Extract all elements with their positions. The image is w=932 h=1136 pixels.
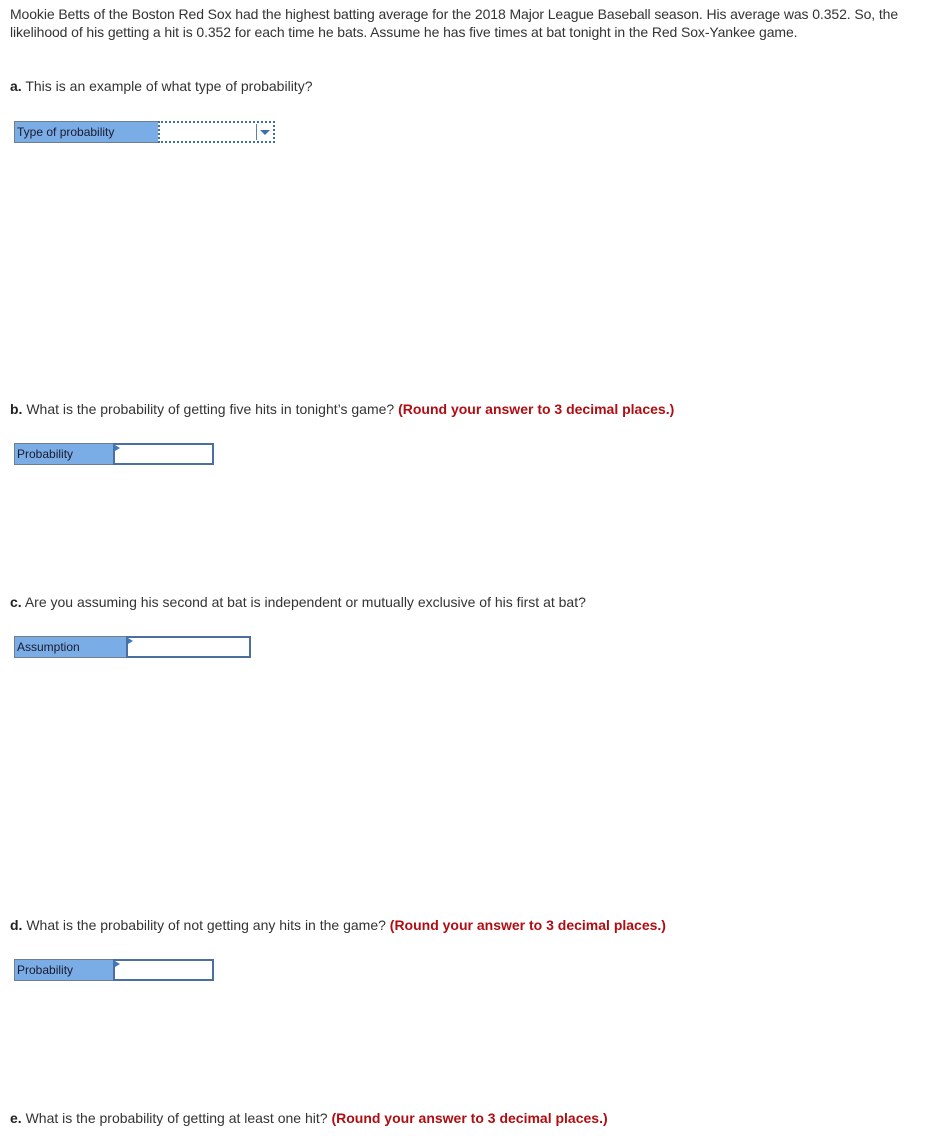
- input-corner-marker-icon: [115, 961, 120, 967]
- question-letter: d.: [10, 917, 23, 933]
- question-text: This is an example of what type of proba…: [25, 78, 313, 94]
- question-text: What is the probability of getting at le…: [25, 1110, 328, 1126]
- dropdown-separator: [256, 124, 257, 140]
- field-label: Probability: [14, 443, 113, 465]
- input-corner-marker-icon: [115, 445, 120, 451]
- question-text: Are you assuming his second at bat is in…: [24, 594, 586, 610]
- question-letter: c.: [10, 594, 22, 610]
- assumption-input[interactable]: [128, 638, 249, 656]
- problem-intro: Mookie Betts of the Boston Red Sox had t…: [10, 6, 899, 40]
- probability-b-field[interactable]: [113, 443, 214, 465]
- probability-d-field[interactable]: [113, 959, 214, 981]
- field-label: Assumption: [14, 636, 126, 658]
- probability-b-widget: Probability: [14, 443, 214, 465]
- question-c: c. Are you assuming his second at bat is…: [10, 593, 586, 611]
- round-note: (Round your answer to 3 decimal places.): [398, 401, 675, 417]
- round-note: (Round your answer to 3 decimal places.): [389, 917, 666, 933]
- question-b: b. What is the probability of getting fi…: [10, 400, 674, 418]
- probability-d-input[interactable]: [115, 961, 212, 979]
- question-d: d. What is the probability of not gettin…: [10, 916, 666, 934]
- question-text: What is the probability of not getting a…: [26, 917, 386, 933]
- probability-b-input[interactable]: [115, 445, 212, 463]
- question-letter: e.: [10, 1110, 22, 1126]
- question-letter: b.: [10, 401, 23, 417]
- round-note: (Round your answer to 3 decimal places.): [331, 1110, 608, 1126]
- type-of-probability-select[interactable]: [158, 121, 275, 143]
- input-corner-marker-icon: [128, 638, 133, 644]
- probability-d-widget: Probability: [14, 959, 214, 981]
- assumption-field[interactable]: [126, 636, 251, 658]
- question-text: What is the probability of getting five …: [26, 401, 395, 417]
- question-e: e. What is the probability of getting at…: [10, 1109, 608, 1127]
- question-letter: a.: [10, 78, 22, 94]
- field-label: Probability: [14, 959, 113, 981]
- assumption-widget: Assumption: [14, 636, 251, 658]
- chevron-down-icon[interactable]: [260, 129, 270, 135]
- type-of-probability-widget: Type of probability: [14, 121, 275, 143]
- field-label: Type of probability: [14, 121, 158, 143]
- question-a: a. This is an example of what type of pr…: [10, 77, 312, 95]
